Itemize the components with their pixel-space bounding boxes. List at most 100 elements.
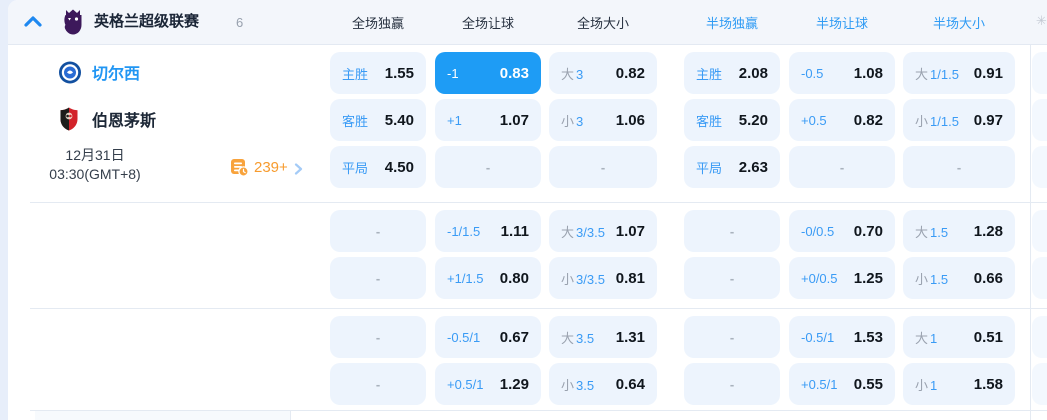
odds-row: - -1/1.5 1.11 大 3/3.5 1.07- -0/0.5 0.70 大 1.5 1.28 [330, 210, 1015, 252]
empty-dash: - [375, 329, 381, 345]
line-prefix: 小 [561, 377, 575, 393]
league-name: 英格兰超级联赛 [94, 13, 200, 30]
odds-cell[interactable]: 小 1.5 0.66 [903, 257, 1015, 299]
odds-value: 0.80 [499, 269, 529, 287]
odds-cell[interactable]: 大 3/3.5 1.07 [549, 210, 657, 252]
chevron-up-icon[interactable] [22, 13, 44, 31]
odds-value: 0.66 [973, 269, 1003, 287]
odds-cell[interactable]: -1 0.83 [435, 52, 541, 94]
odds-cell[interactable]: 小 1/1.5 0.97 [903, 99, 1015, 141]
odds-cell[interactable]: 小 1 1.58 [903, 363, 1015, 405]
odds-cell[interactable]: 大 3 0.82 [549, 52, 657, 94]
odds-cell-empty: - [435, 146, 541, 188]
odds-value: 1.31 [615, 328, 645, 346]
odds-value: 4.50 [384, 158, 414, 176]
match-date-line: 12月31日 [65, 147, 125, 163]
line-prefix: 小 [561, 113, 575, 129]
premier-league-logo-icon [60, 8, 86, 36]
line-label: +1/1.5 [447, 270, 484, 286]
odds-cell-empty: - [330, 257, 426, 299]
line-label: 客胜 [342, 113, 369, 129]
odds-cell[interactable]: -0.5/1 1.53 [789, 316, 895, 358]
odds-value: 0.83 [499, 64, 529, 82]
odds-cell[interactable]: -0.5 1.08 [789, 52, 895, 94]
odds-value: 1.07 [615, 222, 645, 240]
odds-row: 客胜 5.40 +1 1.07 小 3 1.06 客胜 5.20 +0.5 0.82 小 1/1.5 0.… [330, 99, 1015, 141]
markets-list-clock-icon [230, 158, 249, 177]
odds-cell-empty: - [789, 146, 895, 188]
line-label: +1 [447, 112, 462, 128]
away-team-row[interactable]: 伯恩茅斯 [58, 106, 156, 132]
empty-dash: - [375, 270, 381, 286]
odds-cell[interactable]: 小 3/3.5 0.81 [549, 257, 657, 299]
home-team-row[interactable]: 切尔西 [58, 59, 140, 85]
odds-value: 0.51 [973, 328, 1003, 346]
column-header: 半场让球 [815, 15, 868, 31]
line-label: +0.5/1 [447, 376, 484, 392]
empty-dash: - [729, 223, 735, 239]
odds-cell[interactable]: 大 1/1.5 0.91 [903, 52, 1015, 94]
odds-cell-empty: - [684, 316, 780, 358]
odds-cell[interactable]: -0.5/1 0.67 [435, 316, 541, 358]
odds-cell[interactable]: +0.5/1 0.55 [789, 363, 895, 405]
line-label: 平局 [696, 160, 723, 176]
odds-cell-empty: - [684, 210, 780, 252]
odds-cell[interactable]: +0.5 0.82 [789, 99, 895, 141]
empty-dash: - [956, 159, 962, 175]
line-prefix: 大 [561, 330, 575, 346]
odds-row: 平局 4.50 - - 平局 2.63 - - [330, 146, 1015, 188]
line-label: 1.5 [930, 271, 949, 287]
settings-icon[interactable]: ✳ [1036, 13, 1047, 29]
odds-cell[interactable]: +1/1.5 0.80 [435, 257, 541, 299]
empty-dash: - [729, 329, 735, 345]
odds-value: 5.20 [738, 111, 768, 129]
odds-row: - +0.5/1 1.29 小 3.5 0.64- +0.5/1 0.55 小 1 1.58 [330, 363, 1015, 405]
odds-value: 0.55 [853, 375, 883, 393]
odds-cell[interactable]: 大 3.5 1.31 [549, 316, 657, 358]
odds-value: 0.82 [615, 64, 645, 82]
odds-row: - -0.5/1 0.67 大 3.5 1.31 - -0.5/1 1.53 大 1 0.51 [330, 316, 1015, 358]
chevron-right-icon [292, 162, 304, 175]
odds-cell[interactable]: 主胜 1.55 [330, 52, 426, 94]
column-header: 全场让球 [461, 15, 514, 31]
odds-cell[interactable]: 平局 2.63 [684, 146, 780, 188]
odds-cell[interactable]: 主胜 2.08 [684, 52, 780, 94]
odds-cell-empty: - [330, 316, 426, 358]
odds-value: 2.63 [738, 158, 768, 176]
clipped-odds-cell [1032, 210, 1047, 252]
odds-cell[interactable]: 小 3 1.06 [549, 99, 657, 141]
odds-row: 主胜 1.55 -1 0.83 大 3 0.82 主胜 2.08 -0.5 1.08 大 1/1.5 0.… [330, 52, 1015, 94]
odds-value: 1.08 [853, 64, 883, 82]
odds-cell[interactable]: 大 1 0.51 [903, 316, 1015, 358]
odds-cell[interactable]: -0/0.5 0.70 [789, 210, 895, 252]
clipped-odds-cell [1032, 52, 1047, 94]
more-markets-link[interactable]: 239+ [230, 158, 304, 177]
odds-cell[interactable]: -1/1.5 1.11 [435, 210, 541, 252]
odds-cell[interactable]: +0/0.5 1.25 [789, 257, 895, 299]
odds-cell[interactable]: 小 3.5 0.64 [549, 363, 657, 405]
line-label: 主胜 [696, 66, 723, 82]
league-match-count: 6 [236, 15, 244, 30]
column-header: 半场独赢 [705, 15, 758, 31]
line-label: 1/1.5 [930, 113, 959, 129]
clipped-odds-cell [1032, 257, 1047, 299]
odds-cell[interactable]: 大 1.5 1.28 [903, 210, 1015, 252]
odds-cell[interactable]: 客胜 5.40 [330, 99, 426, 141]
line-label: -0/0.5 [801, 223, 835, 239]
line-label: -0.5/1 [447, 329, 481, 345]
empty-dash: - [600, 159, 606, 175]
column-header: 半场大小 [932, 15, 985, 31]
line-label: +0.5/1 [801, 376, 838, 392]
line-label: 1 [930, 377, 938, 393]
league-header-bar: 英格兰超级联赛 6 全场独赢 全场让球 全场大小 半场独赢 半场让球 半场大小 ✳ [8, 0, 1047, 45]
odds-cell[interactable]: 平局 4.50 [330, 146, 426, 188]
line-label: 3 [576, 66, 584, 82]
odds-row: - +1/1.5 0.80 小 3/3.5 0.81- +0/0.5 1.25 小 1.5 0.66 [330, 257, 1015, 299]
line-label: 3 [576, 113, 584, 129]
line-label: -1/1.5 [447, 223, 481, 239]
odds-cell[interactable]: +0.5/1 1.29 [435, 363, 541, 405]
empty-dash: - [729, 270, 735, 286]
odds-cell[interactable]: 客胜 5.20 [684, 99, 780, 141]
odds-cell[interactable]: +1 1.07 [435, 99, 541, 141]
league-card: 英格兰超级联赛 6 全场独赢 全场让球 全场大小 半场独赢 半场让球 半场大小 ✳ 切尔西 [8, 0, 1047, 420]
